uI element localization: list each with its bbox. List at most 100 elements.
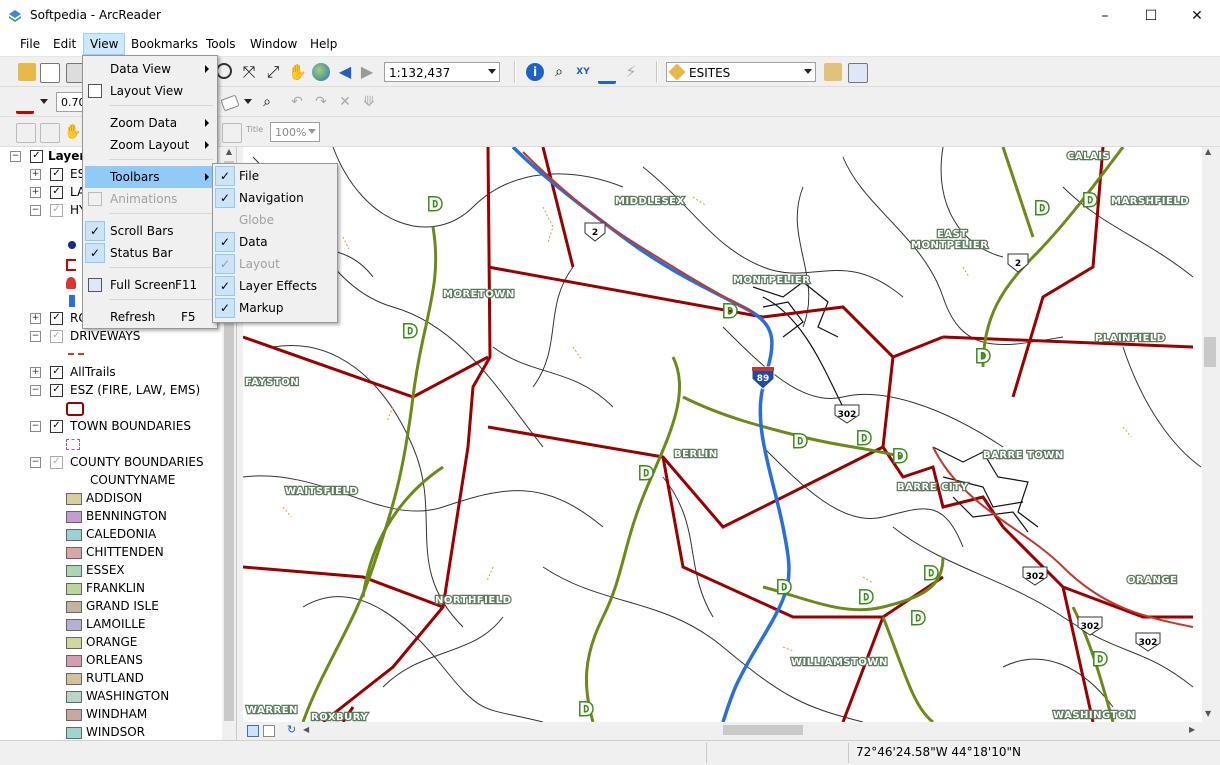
expand-icon[interactable]: + <box>30 187 41 198</box>
layer-checkbox[interactable]: ✓ <box>50 366 63 379</box>
layer-checkbox[interactable]: ✓ <box>50 204 63 217</box>
menu-help[interactable]: Help <box>304 34 343 54</box>
collapse-icon[interactable]: − <box>30 457 41 468</box>
layer-checkbox[interactable]: ✓ <box>50 312 63 325</box>
scroll-down-icon[interactable]: ▼ <box>1205 709 1211 718</box>
close-button[interactable]: ✕ <box>1174 0 1220 32</box>
table-icon[interactable] <box>848 63 868 83</box>
layer-checkbox[interactable]: ✓ <box>30 150 43 163</box>
extent-out-icon[interactable]: ⤢ <box>264 63 282 81</box>
map-canvas[interactable]: D D D D D D D D D D D D D D D D 2 2 89 3… <box>243 147 1202 722</box>
measure-icon[interactable] <box>598 63 616 84</box>
toolbar-option-layer-effects[interactable]: ✓ Layer Effects <box>213 275 337 297</box>
markup-tool-4-icon[interactable]: ⟱ <box>360 93 378 111</box>
markup-tool-1-icon[interactable]: ↶ <box>288 93 306 111</box>
menu-item-scroll-bars[interactable]: ✓ Scroll Bars <box>83 220 217 242</box>
menu-edit[interactable]: Edit <box>47 34 82 54</box>
go-to-xy-icon[interactable]: XY <box>574 63 592 81</box>
forward-arrow-icon[interactable]: ▶ <box>358 63 376 81</box>
minimize-button[interactable]: – <box>1082 0 1128 32</box>
title-button[interactable]: Title <box>246 125 263 134</box>
toolbar-option-navigation[interactable]: ✓ Navigation <box>213 187 337 209</box>
toolbar-option-globe[interactable]: Globe <box>213 209 337 231</box>
markup-tool-2-icon[interactable]: ↷ <box>312 93 330 111</box>
place-label: MARSHFIELD <box>1111 196 1189 207</box>
hyperlink-icon[interactable]: ⚡ <box>622 63 640 81</box>
toolbar-option-file[interactable]: ✓ File <box>213 165 337 187</box>
menu-item-refresh[interactable]: Refresh F5 <box>83 306 217 328</box>
layer-checkbox[interactable]: ✓ <box>50 186 63 199</box>
data-view-icon[interactable] <box>247 725 259 737</box>
layout-zoom-out-icon[interactable] <box>40 123 60 143</box>
layout-pan-icon[interactable]: ✋ <box>64 123 82 141</box>
expand-icon[interactable]: + <box>30 367 41 378</box>
menu-item-animations[interactable]: Animations <box>83 188 217 210</box>
menu-item-status-bar[interactable]: ✓ Status Bar <box>83 242 217 264</box>
scroll-up-icon[interactable]: ▲ <box>1205 147 1211 156</box>
layer-combo[interactable]: ESITES <box>666 62 816 82</box>
layer-checkbox[interactable]: ✓ <box>50 330 63 343</box>
county-label: ORLEANS <box>86 653 143 667</box>
menu-bookmarks[interactable]: Bookmarks <box>125 34 204 54</box>
expand-icon[interactable]: + <box>30 169 41 180</box>
pen-color-icon[interactable] <box>16 93 34 114</box>
layout-zoom-in-icon[interactable] <box>16 123 36 143</box>
layer-checkbox[interactable]: ✓ <box>50 168 63 181</box>
layer-props-icon[interactable] <box>824 63 842 81</box>
menu-view[interactable]: View <box>83 33 126 55</box>
globe-icon[interactable] <box>312 63 330 81</box>
map-horizontal-scrollbar[interactable]: ↻ ◀ ▶ <box>243 722 1202 738</box>
chevron-down-icon[interactable] <box>40 99 48 104</box>
pan-icon[interactable]: ✋ <box>288 63 307 81</box>
scroll-thumb[interactable] <box>723 725 803 735</box>
copy-icon[interactable] <box>40 63 60 83</box>
identify-icon[interactable]: i <box>526 63 544 81</box>
toolbar-option-layout[interactable]: ✓ Layout <box>213 253 337 275</box>
scale-combo[interactable]: 1:132,437 <box>384 62 500 82</box>
collapse-icon[interactable]: − <box>30 331 41 342</box>
collapse-icon[interactable]: − <box>10 151 21 162</box>
svg-text:2: 2 <box>1015 259 1021 269</box>
menu-item-data-view[interactable]: Data View <box>83 58 217 80</box>
menu-window[interactable]: Window <box>244 34 303 54</box>
menu-file[interactable]: File <box>14 34 46 54</box>
open-icon[interactable] <box>18 63 36 81</box>
layer-checkbox[interactable]: ✓ <box>50 456 63 469</box>
menu-item-zoom-layout[interactable]: Zoom Layout <box>83 134 217 156</box>
find-markup-icon[interactable]: ⌕ <box>258 93 276 111</box>
menu-tools[interactable]: Tools <box>200 34 242 54</box>
svg-text:D: D <box>857 429 871 449</box>
toc-label: TOWN BOUNDARIES <box>70 419 191 433</box>
collapse-icon[interactable]: − <box>30 421 41 432</box>
layer-checkbox[interactable]: ✓ <box>50 384 63 397</box>
map-view[interactable]: D D D D D D D D D D D D D D D D 2 2 89 3… <box>243 147 1202 722</box>
markup-tool-3-icon[interactable]: ✕ <box>336 93 354 111</box>
map-vertical-scrollbar[interactable]: ▲ ▼ <box>1202 147 1218 722</box>
zoom-combo[interactable]: 100% <box>270 122 320 142</box>
layer-checkbox[interactable]: ✓ <box>50 420 63 433</box>
find-binoculars-icon[interactable]: ⌕ <box>550 63 568 81</box>
chevron-down-icon[interactable] <box>244 99 252 104</box>
county-swatch <box>66 601 82 613</box>
toolbar-option-markup[interactable]: ✓ Markup <box>213 297 337 319</box>
back-arrow-icon[interactable]: ◀ <box>336 63 354 81</box>
collapse-icon[interactable]: − <box>30 385 41 396</box>
page-icon[interactable] <box>222 123 242 143</box>
menu-item-toolbars[interactable]: Toolbars <box>85 166 215 188</box>
scroll-thumb[interactable] <box>1204 337 1216 367</box>
layout-view-icon[interactable] <box>263 725 275 737</box>
zoom-in-icon[interactable] <box>216 63 232 79</box>
collapse-icon[interactable]: − <box>30 205 41 216</box>
scroll-right-icon[interactable]: ▶ <box>1189 725 1195 734</box>
scroll-up-icon[interactable]: ▲ <box>224 147 234 157</box>
menu-item-layout-view[interactable]: Layout View <box>83 80 217 102</box>
toolbar-option-data[interactable]: ✓ Data <box>213 231 337 253</box>
refresh-icon[interactable]: ↻ <box>287 723 296 736</box>
eraser-icon[interactable] <box>220 94 240 112</box>
maximize-button[interactable]: ☐ <box>1128 0 1174 32</box>
menu-item-full-screen[interactable]: Full Screen F11 <box>83 274 217 296</box>
full-extent-icon[interactable]: ⤧ <box>240 63 258 81</box>
menu-item-zoom-data[interactable]: Zoom Data <box>83 112 217 134</box>
expand-icon[interactable]: + <box>30 313 41 324</box>
scroll-left-icon[interactable]: ◀ <box>303 725 309 734</box>
